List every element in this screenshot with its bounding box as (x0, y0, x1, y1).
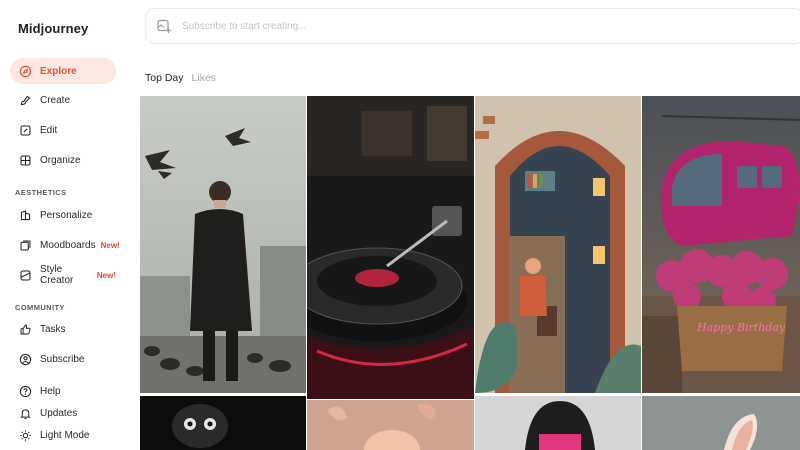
sidebar-item-label: Style Creator (40, 264, 74, 286)
dark-creature-image[interactable] (140, 396, 306, 450)
feed-tabs: Top Day Likes (145, 72, 216, 84)
sidebar-item-subscribe[interactable]: Subscribe (10, 346, 116, 372)
man-with-pigeons-image[interactable] (140, 96, 306, 393)
sidebar-item-label: Subscribe (40, 353, 85, 365)
sidebar-item-style-creator[interactable]: Style Creator New! (10, 262, 116, 288)
grid-icon (19, 154, 32, 167)
paper-diorama-reader-image[interactable] (475, 96, 641, 393)
style-creator-icon (19, 269, 32, 282)
section-label-community: COMMUNITY (15, 303, 65, 312)
edit-icon (19, 124, 32, 137)
section-label-aesthetics: AESTHETICS (15, 188, 67, 197)
sidebar: Midjourney Explore Create Edit Organize … (0, 0, 132, 450)
search-input[interactable] (182, 20, 582, 32)
help-icon (19, 385, 32, 398)
sidebar-item-personalize[interactable]: Personalize (10, 202, 116, 228)
app-logo[interactable]: Midjourney (18, 21, 88, 36)
search-bar[interactable] (145, 8, 800, 44)
sidebar-item-label: Tasks (40, 323, 66, 335)
new-badge: New! (96, 270, 116, 280)
bell-icon (19, 407, 32, 420)
personalize-icon (19, 209, 32, 222)
compass-icon (19, 65, 32, 78)
sidebar-item-label: Personalize (40, 209, 93, 221)
sidebar-item-light-mode[interactable]: Light Mode (10, 422, 116, 448)
new-badge: New! (100, 240, 120, 250)
pink-mask-woman-image[interactable] (475, 396, 641, 450)
moodboard-icon (19, 239, 32, 252)
sidebar-item-label: Updates (40, 407, 78, 419)
sidebar-item-label: Light Mode (40, 429, 90, 441)
sidebar-item-label: Help (40, 385, 61, 397)
butterflies-child-image[interactable] (307, 400, 474, 450)
sidebar-item-explore[interactable]: Explore (10, 58, 116, 84)
sidebar-item-label: Organize (40, 154, 81, 166)
sidebar-item-label: Edit (40, 124, 58, 136)
sun-icon (19, 429, 32, 442)
helicopter-text-happy: Happy Birthday (696, 321, 786, 334)
sidebar-item-organize[interactable]: Organize (10, 147, 116, 173)
tab-top-day[interactable]: Top Day (145, 72, 184, 84)
record-player-image[interactable] (307, 96, 474, 399)
user-circle-icon (19, 353, 32, 366)
sidebar-item-label: Moodboards (40, 239, 96, 251)
thumbs-up-icon (19, 323, 32, 336)
sidebar-item-label: Explore (40, 65, 77, 77)
sidebar-item-moodboards[interactable]: Moodboards New! (10, 232, 120, 258)
image-add-icon[interactable] (156, 18, 172, 34)
sidebar-item-tasks[interactable]: Tasks (10, 316, 116, 342)
tab-likes[interactable]: Likes (192, 72, 217, 84)
bunny-ears-image[interactable] (642, 396, 800, 450)
brush-icon (19, 94, 32, 107)
pink-helicopter-birthday-image[interactable]: Happy Birthday (642, 96, 800, 393)
sidebar-item-edit[interactable]: Edit (10, 117, 116, 143)
sidebar-item-label: Create (40, 94, 71, 106)
sidebar-item-create[interactable]: Create (10, 87, 116, 113)
